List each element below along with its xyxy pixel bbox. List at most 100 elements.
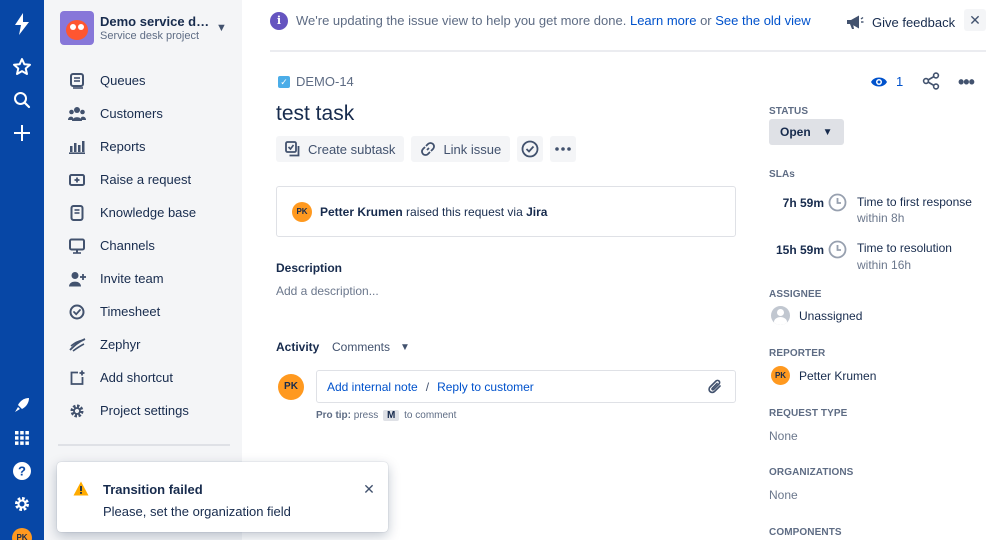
approve-button[interactable] bbox=[517, 136, 544, 162]
request-channel: Jira bbox=[526, 205, 548, 219]
global-navigation: ? PK bbox=[0, 0, 44, 540]
chevron-down-icon[interactable]: ▼ bbox=[216, 22, 227, 34]
user-avatar[interactable]: PK bbox=[0, 522, 44, 540]
create-subtask-button[interactable]: Create subtask bbox=[276, 136, 405, 162]
sidebar-item-label: Channels bbox=[100, 238, 155, 253]
flag-title: Transition failed bbox=[103, 482, 203, 497]
issue-actions: Create subtask Link issue bbox=[276, 136, 583, 162]
sidebar-item-label: Raise a request bbox=[100, 172, 192, 187]
sidebar-item-label: Customers bbox=[100, 106, 163, 121]
sidebar-item-label: Knowledge base bbox=[100, 205, 197, 220]
protip-press: press bbox=[353, 410, 379, 421]
sla-goal: within 8h bbox=[857, 211, 905, 225]
help-icon[interactable]: ? bbox=[0, 455, 44, 487]
add-shortcut-icon bbox=[68, 369, 86, 387]
search-icon[interactable] bbox=[0, 84, 44, 116]
sidebar-item-label: Zephyr bbox=[100, 337, 141, 352]
watch-button[interactable]: 1 bbox=[870, 74, 903, 89]
banner-close-button[interactable]: ✕ bbox=[964, 9, 986, 31]
banner-or: or bbox=[700, 13, 712, 28]
project-settings-icon bbox=[68, 402, 86, 420]
rocket-icon[interactable] bbox=[0, 389, 44, 421]
banner-message: We're updating the issue view to help yo… bbox=[296, 13, 811, 28]
sidebar-nav: Queues Customers Reports Raise a request… bbox=[44, 64, 242, 427]
sidebar-item-queues[interactable]: Queues bbox=[44, 64, 242, 97]
add-internal-note-link[interactable]: Add internal note bbox=[327, 380, 418, 394]
channels-icon bbox=[68, 237, 86, 255]
create-icon[interactable] bbox=[0, 117, 44, 149]
sidebar-item-reports[interactable]: Reports bbox=[44, 130, 242, 163]
sidebar-item-label: Add shortcut bbox=[100, 370, 173, 385]
request-user[interactable]: Petter Krumen bbox=[320, 205, 403, 219]
invite-team-icon bbox=[68, 270, 86, 288]
request-raised-info: PK Petter Krumen raised this request via… bbox=[276, 186, 736, 237]
flag-close-button[interactable]: ✕ bbox=[362, 482, 376, 496]
sidebar-item-customers[interactable]: Customers bbox=[44, 97, 242, 130]
sidebar-item-label: Reports bbox=[100, 139, 146, 154]
organizations-value[interactable]: None bbox=[769, 488, 798, 502]
ellipsis-icon bbox=[555, 147, 572, 151]
protip-key: M bbox=[383, 410, 400, 421]
clock-icon bbox=[828, 193, 847, 215]
request-type-value[interactable]: None bbox=[769, 429, 798, 443]
activity-filter-dropdown[interactable]: Comments ▼ bbox=[332, 340, 410, 354]
project-switcher[interactable]: Demo service de... Service desk project … bbox=[60, 10, 232, 46]
give-feedback-button[interactable]: Give feedback bbox=[846, 14, 955, 30]
components-label: COMPONENTS bbox=[769, 527, 842, 538]
sidebar-item-zephyr[interactable]: Zephyr bbox=[44, 328, 242, 361]
sidebar-item-label: Project settings bbox=[100, 403, 189, 418]
user-initials: PK bbox=[12, 528, 32, 540]
project-name: Demo service de... bbox=[100, 14, 212, 29]
sidebar-divider bbox=[58, 444, 230, 446]
settings-icon[interactable] bbox=[0, 488, 44, 520]
status-label: STATUS bbox=[769, 106, 809, 117]
sla-goal: within 16h bbox=[857, 258, 912, 272]
description-field[interactable]: Add a description... bbox=[276, 284, 379, 298]
status-value: Open bbox=[780, 125, 811, 139]
task-type-icon: ✓ bbox=[278, 75, 290, 88]
issue-title[interactable]: test task bbox=[276, 102, 354, 126]
jira-logo-icon[interactable] bbox=[0, 8, 44, 40]
info-icon: i bbox=[270, 12, 288, 30]
unassigned-avatar-icon bbox=[771, 306, 790, 325]
reports-icon bbox=[68, 138, 86, 156]
sidebar-item-invite-team[interactable]: Invite team bbox=[44, 262, 242, 295]
svg-text:?: ? bbox=[18, 464, 26, 479]
old-view-link[interactable]: See the old view bbox=[715, 13, 810, 28]
activity-filter-value: Comments bbox=[332, 340, 391, 354]
comment-editor[interactable]: Add internal note / Reply to customer bbox=[316, 370, 736, 403]
starred-icon[interactable] bbox=[0, 51, 44, 83]
share-icon[interactable] bbox=[922, 72, 940, 93]
raise-request-icon bbox=[68, 171, 86, 189]
comment-separator: / bbox=[425, 380, 430, 394]
reporter-label: REPORTER bbox=[769, 348, 826, 359]
attachment-icon[interactable] bbox=[707, 378, 723, 399]
reporter-field[interactable]: PK Petter Krumen bbox=[771, 366, 876, 385]
reply-to-customer-link[interactable]: Reply to customer bbox=[437, 380, 534, 394]
status-dropdown[interactable]: Open ▼ bbox=[769, 119, 844, 145]
more-actions-icon[interactable]: ••• bbox=[958, 72, 975, 93]
sidebar-item-timesheet[interactable]: Timesheet bbox=[44, 295, 242, 328]
sidebar-item-add-shortcut[interactable]: Add shortcut bbox=[44, 361, 242, 394]
sidebar-item-project-settings[interactable]: Project settings bbox=[44, 394, 242, 427]
sidebar-item-knowledge-base[interactable]: Knowledge base bbox=[44, 196, 242, 229]
queues-icon bbox=[68, 72, 86, 90]
sla-time-remaining: 7h 59m bbox=[782, 196, 824, 210]
link-issue-button[interactable]: Link issue bbox=[411, 136, 511, 162]
assignee-value: Unassigned bbox=[799, 308, 863, 323]
chevron-down-icon: ▼ bbox=[822, 126, 833, 138]
zephyr-icon bbox=[68, 336, 86, 354]
project-sidebar: Demo service de... Service desk project … bbox=[44, 0, 242, 540]
learn-more-link[interactable]: Learn more bbox=[630, 13, 696, 28]
sla-name: Time to first response bbox=[857, 195, 972, 209]
sidebar-item-raise-a-request[interactable]: Raise a request bbox=[44, 163, 242, 196]
issue-key-breadcrumb[interactable]: ✓ DEMO-14 bbox=[278, 74, 354, 89]
sidebar-item-channels[interactable]: Channels bbox=[44, 229, 242, 262]
app-switcher-icon[interactable] bbox=[0, 422, 44, 454]
assignee-field[interactable]: Unassigned bbox=[771, 306, 862, 325]
eye-icon bbox=[871, 77, 887, 86]
more-issue-actions-button[interactable] bbox=[550, 136, 577, 162]
request-middle-text: raised this request via bbox=[406, 205, 523, 219]
protip-prefix: Pro tip: bbox=[316, 410, 351, 421]
activity-heading: Activity bbox=[276, 340, 320, 354]
